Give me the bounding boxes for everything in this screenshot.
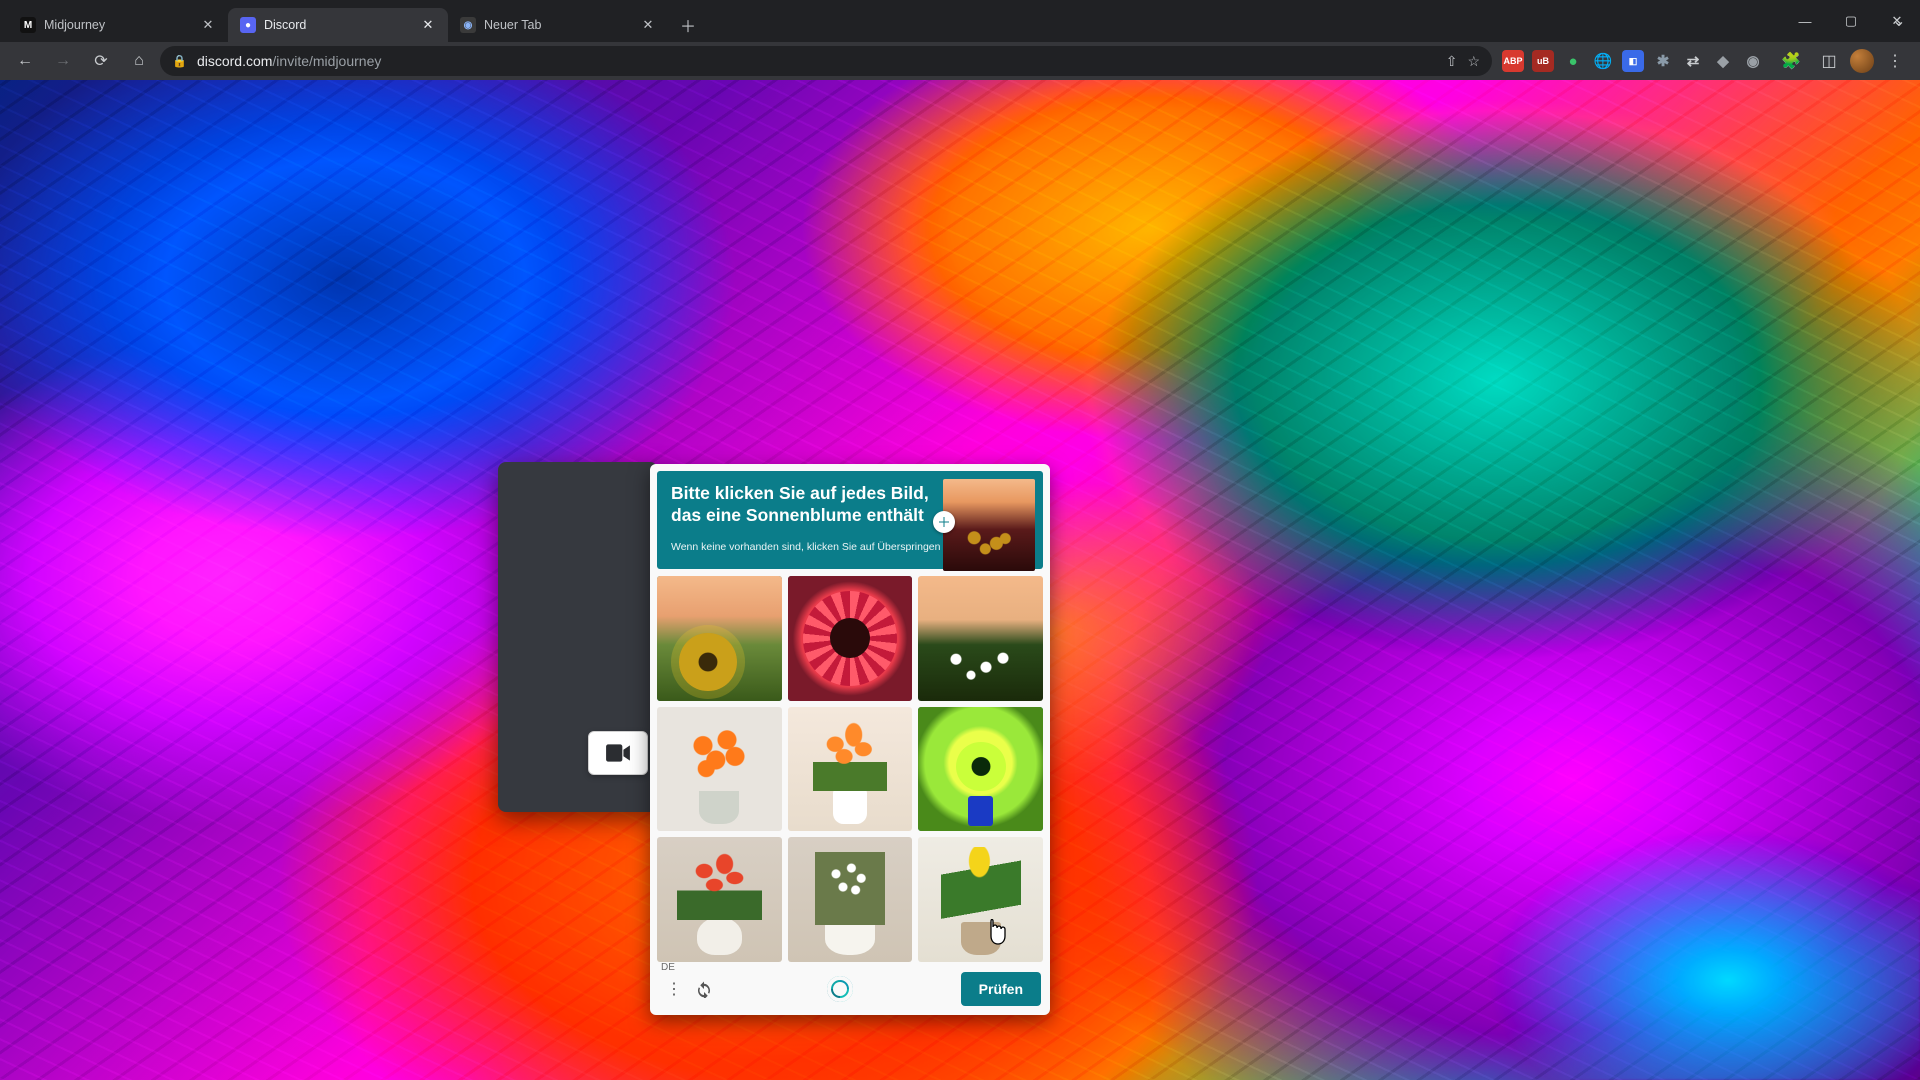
captcha-tile-8[interactable] bbox=[788, 837, 913, 962]
hcaptcha-logo-icon[interactable] bbox=[827, 976, 853, 1002]
page-content: Bitte klicken Sie auf jedes Bild, das ei… bbox=[0, 80, 1920, 1080]
share-icon[interactable]: ⇧ bbox=[1446, 53, 1458, 70]
tab-favicon: M bbox=[20, 17, 36, 33]
browser-titlebar: MMidjourney✕●Discord✕◉Neuer Tab✕ ＋ ⌄ ― ▢… bbox=[0, 0, 1920, 42]
captcha-tile-1[interactable] bbox=[657, 576, 782, 701]
window-controls: ― ▢ ✕ bbox=[1782, 0, 1920, 42]
captcha-tile-2[interactable] bbox=[788, 576, 913, 701]
video-icon bbox=[605, 743, 631, 763]
extensions-button[interactable]: 🧩 bbox=[1774, 46, 1808, 76]
translate-extension-icon[interactable]: ⇄ bbox=[1682, 50, 1704, 72]
captcha-tile-3[interactable] bbox=[918, 576, 1043, 701]
tab-title: Discord bbox=[264, 18, 306, 32]
camera-toggle-button[interactable] bbox=[588, 731, 648, 775]
captcha-footer: DE ⋮ Prüfen bbox=[657, 968, 1043, 1008]
close-window-button[interactable]: ✕ bbox=[1874, 4, 1920, 38]
captcha-tile-9[interactable] bbox=[918, 837, 1043, 962]
tab-title: Midjourney bbox=[44, 18, 105, 32]
captcha-language[interactable]: DE bbox=[661, 962, 675, 973]
flower-extension-icon[interactable]: ✱ bbox=[1652, 50, 1674, 72]
captcha-tile-image bbox=[918, 576, 1043, 701]
home-button[interactable]: ⌂ bbox=[122, 46, 156, 76]
reload-button[interactable]: ⟳ bbox=[84, 46, 118, 76]
new-tab-button[interactable]: ＋ bbox=[674, 11, 702, 39]
browser-tab[interactable]: M Midjourney ✕ bbox=[8, 8, 228, 42]
tab-favicon: ◉ bbox=[460, 17, 476, 33]
wallet-extension-icon[interactable]: ◧ bbox=[1622, 50, 1644, 72]
side-panel-button[interactable]: ◫ bbox=[1812, 46, 1846, 76]
browser-tab[interactable]: ● Discord ✕ bbox=[228, 8, 448, 42]
captcha-tile-image bbox=[918, 707, 1043, 832]
captcha-tile-image bbox=[918, 837, 1043, 962]
chrome-menu-button[interactable]: ⋮ bbox=[1878, 46, 1912, 76]
lock-icon: 🔒 bbox=[172, 54, 187, 68]
profile-avatar[interactable] bbox=[1850, 49, 1874, 73]
shield-extension-icon[interactable]: ◆ bbox=[1712, 50, 1734, 72]
captcha-tile-image bbox=[657, 707, 782, 832]
forward-button: → bbox=[46, 46, 80, 76]
captcha-grid bbox=[657, 576, 1043, 962]
captcha-tile-image bbox=[657, 576, 782, 701]
tab-close-button[interactable]: ✕ bbox=[640, 17, 656, 33]
zoom-reference-button[interactable] bbox=[933, 511, 955, 533]
captcha-reference-image[interactable] bbox=[943, 479, 1035, 571]
captcha-tile-image bbox=[657, 837, 782, 962]
captcha-tile-5[interactable] bbox=[788, 707, 913, 832]
captcha-tile-4[interactable] bbox=[657, 707, 782, 832]
abp-extension[interactable]: ABP bbox=[1502, 50, 1524, 72]
captcha-tile-image bbox=[788, 837, 913, 962]
globe-extension-icon[interactable]: 🌐 bbox=[1592, 50, 1614, 72]
refresh-icon bbox=[695, 980, 713, 998]
hcaptcha-panel: Bitte klicken Sie auf jedes Bild, das ei… bbox=[650, 464, 1050, 1015]
captcha-tile-7[interactable] bbox=[657, 837, 782, 962]
url-text: discord.com/invite/midjourney bbox=[197, 53, 381, 69]
back-button[interactable]: ← bbox=[8, 46, 42, 76]
captcha-tile-6[interactable] bbox=[918, 707, 1043, 832]
minimize-button[interactable]: ― bbox=[1782, 4, 1828, 38]
address-bar[interactable]: 🔒 discord.com/invite/midjourney ⇧ ☆ bbox=[160, 46, 1492, 76]
captcha-verify-button[interactable]: Prüfen bbox=[961, 972, 1041, 1006]
tab-favicon: ● bbox=[240, 17, 256, 33]
tab-close-button[interactable]: ✕ bbox=[420, 17, 436, 33]
bookmark-icon[interactable]: ☆ bbox=[1467, 53, 1480, 70]
captcha-refresh-button[interactable] bbox=[689, 974, 719, 1004]
camera-extension-icon[interactable]: ◉ bbox=[1742, 50, 1764, 72]
maximize-button[interactable]: ▢ bbox=[1828, 4, 1874, 38]
ext-green-dot[interactable]: ● bbox=[1562, 50, 1584, 72]
ublock-extension[interactable]: uB bbox=[1532, 50, 1554, 72]
tab-title: Neuer Tab bbox=[484, 18, 541, 32]
captcha-tile-image bbox=[788, 576, 913, 701]
browser-toolbar: ← → ⟳ ⌂ 🔒 discord.com/invite/midjourney … bbox=[0, 42, 1920, 80]
tab-close-button[interactable]: ✕ bbox=[200, 17, 216, 33]
captcha-tile-image bbox=[788, 707, 913, 832]
captcha-menu-button[interactable]: ⋮ bbox=[659, 974, 689, 1004]
browser-tab[interactable]: ◉ Neuer Tab ✕ bbox=[448, 8, 668, 42]
captcha-header: Bitte klicken Sie auf jedes Bild, das ei… bbox=[657, 471, 1043, 569]
